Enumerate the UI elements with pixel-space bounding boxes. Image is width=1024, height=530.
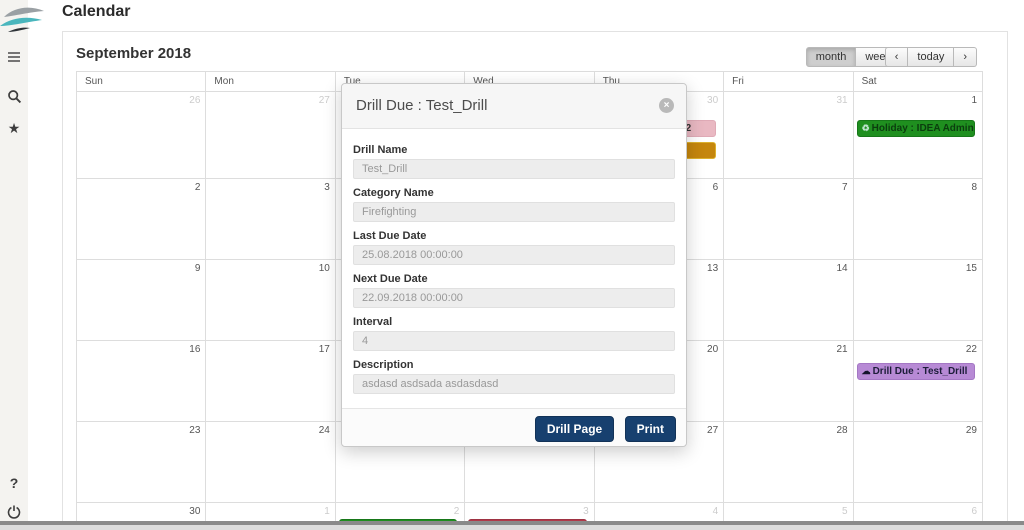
date-number: 30	[189, 506, 201, 517]
calendar-cell[interactable]: 9	[77, 260, 207, 341]
calendar-cell[interactable]: 15	[853, 260, 983, 341]
date-number: 26	[189, 95, 201, 106]
date-number: 10	[318, 263, 330, 274]
date-number: 29	[965, 425, 977, 436]
next-due-date-input: 22.09.2018 00:00:00	[353, 288, 675, 308]
calendar-cell[interactable]: 29	[853, 422, 983, 503]
field-label: Description	[353, 359, 414, 371]
date-number: 3	[583, 506, 589, 517]
date-number: 20	[707, 344, 719, 355]
date-number: 28	[836, 425, 848, 436]
field-label: Last Due Date	[353, 230, 427, 242]
star-icon[interactable]: ★	[0, 120, 28, 137]
modal-header: Drill Due : Test_Drill ×	[342, 84, 686, 129]
last-due-date-input: 25.08.2018 00:00:00	[353, 245, 675, 265]
category-name-input: Firefighting	[353, 202, 675, 222]
date-number: 31	[836, 95, 848, 106]
event-icon: ☁	[861, 366, 871, 376]
date-number: 15	[965, 263, 977, 274]
prev-button[interactable]: ‹	[884, 47, 909, 67]
calendar-cell[interactable]: 17	[206, 341, 336, 422]
day-header-fri: Fri	[724, 72, 854, 92]
date-number: 2	[453, 506, 460, 517]
month-view-button[interactable]: month	[805, 47, 857, 67]
page-title: Calendar	[62, 3, 131, 20]
calendar-month-title: September 2018	[76, 45, 192, 62]
date-number: 23	[189, 425, 201, 436]
date-number: 1	[324, 506, 330, 517]
date-number: 21	[836, 344, 848, 355]
today-button[interactable]: today	[908, 47, 955, 67]
drill-due-modal: Drill Due : Test_Drill × Drill Name Test_…	[341, 83, 687, 447]
calendar-cell[interactable]: 23	[77, 422, 207, 503]
date-number: 1	[971, 95, 977, 106]
field-label: Next Due Date	[353, 273, 428, 285]
calendar-event[interactable]: ☁ Drill Due : Test_Drill	[856, 363, 975, 380]
calendar-event[interactable]: ♻Holiday : IDEA Administrator	[856, 120, 975, 137]
field-label: Interval	[353, 316, 393, 328]
modal-footer: Drill Page Print	[342, 408, 686, 446]
date-number: 17	[318, 344, 330, 355]
date-number: 14	[836, 263, 848, 274]
date-number: 6	[971, 506, 977, 517]
date-number: 5	[842, 506, 848, 517]
window-bottom-edge-light	[0, 525, 1024, 530]
date-number: 7	[842, 182, 848, 193]
date-number: 30	[707, 95, 719, 106]
calendar-cell[interactable]: 21	[724, 341, 854, 422]
menu-icon[interactable]	[0, 50, 28, 68]
day-header-sun: Sun	[77, 72, 207, 92]
calendar-cell[interactable]: 31	[724, 92, 854, 179]
day-header-mon: Mon	[206, 72, 336, 92]
search-icon[interactable]	[0, 89, 28, 109]
calendar-cell[interactable]: 14	[724, 260, 854, 341]
date-number: 6	[712, 182, 719, 193]
calendar-cell[interactable]: 7	[724, 179, 854, 260]
calendar-cell[interactable]: 27	[206, 92, 336, 179]
date-number: 24	[318, 425, 330, 436]
date-number: 27	[707, 425, 719, 436]
date-number: 3	[324, 182, 330, 193]
date-number: 13	[707, 263, 719, 274]
calendar-cell[interactable]: 2	[77, 179, 207, 260]
modal-body: Drill Name Test_Drill Category Name Firefig…	[342, 128, 686, 408]
date-number: 2	[194, 182, 201, 193]
date-number: 8	[971, 182, 977, 193]
field-label: Drill Name	[353, 144, 408, 156]
date-number: 27	[318, 95, 330, 106]
date-number: 22	[965, 344, 977, 355]
app-logo-icon	[0, 3, 48, 46]
calendar-cell[interactable]: 16	[77, 341, 207, 422]
calendar-cell[interactable]: 26	[77, 92, 207, 179]
next-button[interactable]: ›	[954, 47, 977, 67]
calendar-cell[interactable]: 22	[853, 341, 983, 422]
sidebar: ★ ?	[0, 0, 28, 530]
event-icon: ♻	[861, 123, 870, 133]
field-label: Category Name	[353, 187, 434, 199]
calendar-cell[interactable]: 28	[724, 422, 854, 503]
print-button[interactable]: Print	[624, 416, 676, 442]
page: ★ ? Calendar September 2018 month week ‹…	[0, 0, 1024, 530]
calendar-cell[interactable]: 10	[206, 260, 336, 341]
date-number: 9	[194, 263, 201, 274]
description-input: asdasd asdsada asdasdasd	[353, 374, 675, 394]
close-icon[interactable]: ×	[659, 98, 674, 113]
modal-title: Drill Due : Test_Drill	[356, 97, 488, 114]
drill-name-input: Test_Drill	[353, 159, 675, 179]
date-number: 4	[712, 506, 719, 517]
interval-input: 4	[353, 331, 675, 351]
nav-button-group: ‹ today ›	[884, 47, 977, 67]
calendar-cell[interactable]: 24	[206, 422, 336, 503]
date-number: 16	[189, 344, 201, 355]
day-header-sat: Sat	[853, 72, 983, 92]
drill-page-button[interactable]: Drill Page	[534, 416, 615, 442]
calendar-cell[interactable]: 8	[853, 179, 983, 260]
calendar-cell[interactable]: 3	[206, 179, 336, 260]
help-icon[interactable]: ?	[0, 475, 28, 491]
